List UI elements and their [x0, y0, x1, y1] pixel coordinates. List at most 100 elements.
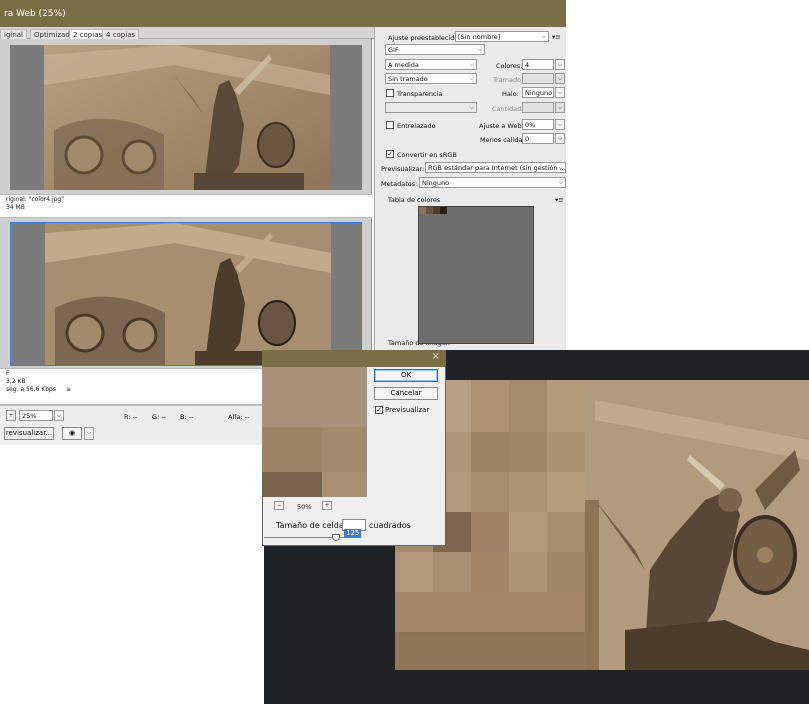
amount-dropdown-button: ⌵ [555, 102, 565, 113]
preset-value: [Sin nombre] [458, 33, 501, 41]
preview-value: RGB estándar para Internet (sin gestión … [428, 164, 566, 172]
blue-readout: B: -- [180, 413, 194, 421]
browser-icon[interactable]: ◉ [62, 427, 82, 440]
matte-select[interactable]: Ninguno [522, 87, 554, 98]
preview-label: Previsualizar: [381, 165, 425, 173]
amount-input [522, 102, 554, 113]
chevron-down-icon: ⌵ [469, 75, 474, 82]
original-filename: riginal: "color4.jpg" [6, 196, 64, 203]
color-swatch[interactable] [419, 207, 426, 214]
preview-in-browser-label: revisualizar... [5, 429, 53, 437]
screen: ra Web (25%) iginal Optimizado 2 copias … [0, 0, 809, 704]
colors-value: 4 [525, 61, 530, 69]
preview-checkbox[interactable]: ✓ [375, 406, 383, 414]
color-swatch[interactable] [440, 207, 447, 214]
format-select[interactable]: GIF ⌵ [385, 44, 485, 55]
cell-size-value: 125 [344, 529, 362, 538]
transparency-checkbox[interactable] [386, 89, 394, 97]
tab-original[interactable]: iginal [0, 29, 28, 39]
mosaic-preview[interactable] [262, 367, 367, 497]
original-info: riginal: "color4.jpg" 34 MB [0, 194, 372, 218]
metadata-value: Ninguno [422, 179, 450, 187]
matte-label: Halo: [502, 90, 519, 98]
cancel-label: Cancelar [390, 389, 422, 397]
preset-menu-icon[interactable]: ▾≡ [552, 33, 561, 41]
dither-amount-dropdown-button: ⌵ [555, 73, 565, 84]
green-readout: G: -- [152, 413, 166, 421]
color-swatch[interactable] [426, 207, 433, 214]
mosaic-dialog-titlebar: × [262, 350, 446, 367]
palette-value: A medida [388, 61, 419, 69]
websnap-input[interactable]: 0% [522, 119, 554, 130]
zoom-in-icon[interactable]: + [322, 501, 332, 510]
preview-select[interactable]: RGB estándar para Internet (sin gestión … [425, 162, 566, 173]
palette-select[interactable]: A medida ⌵ [385, 59, 477, 70]
lossy-dropdown-button[interactable]: ⌵ [555, 133, 565, 144]
optimized-preview-canvas[interactable] [10, 222, 362, 366]
chevron-down-icon: ⌵ [558, 164, 563, 171]
preview-in-browser-button[interactable]: revisualizar... [4, 427, 54, 440]
original-preview-canvas[interactable] [10, 45, 362, 190]
metadata-label: Metadatos: [381, 180, 418, 188]
lossy-input[interactable]: 0 [522, 133, 554, 144]
statue-photo-optimized [45, 223, 331, 365]
dialog-preview-label: Previsualizar [385, 406, 430, 414]
zoom-select[interactable]: 25% [19, 410, 53, 421]
optimized-format: F [6, 370, 10, 377]
interlaced-label: Entrelazado [397, 122, 436, 130]
zoom-out-icon[interactable]: − [274, 501, 284, 510]
download-menu-icon[interactable]: ≡ [66, 387, 71, 393]
transparency-dither-select: ⌵ [385, 102, 477, 113]
convert-srgb-checkbox[interactable]: ✓ [386, 150, 394, 158]
color-table-grid[interactable] [418, 206, 534, 344]
interlaced-checkbox[interactable] [386, 121, 394, 129]
matte-value: Ninguno [525, 89, 553, 97]
color-table-menu-icon[interactable]: ▾≡ [555, 196, 564, 204]
zoom-value: 25% [22, 412, 37, 420]
color-swatch[interactable] [433, 207, 440, 214]
original-preview-pane [0, 39, 372, 194]
ok-button[interactable]: OK [374, 369, 438, 382]
original-filesize: 34 MB [6, 204, 25, 211]
cancel-button[interactable]: Cancelar [374, 387, 438, 400]
cell-unit-label: cuadrados [369, 521, 411, 530]
window-title: ra Web (25%) [4, 9, 66, 19]
color-table-label: Tabla de colores [388, 196, 441, 204]
view-tabs: iginal Optimizado 2 copias 4 copias [0, 27, 374, 39]
colors-label: Colores: [496, 62, 523, 70]
ok-label: OK [400, 371, 412, 379]
close-icon[interactable]: × [432, 351, 440, 362]
preset-label: Ajuste preestablecido: [388, 34, 461, 42]
dither-value: Sin tramado [388, 75, 428, 83]
zoom-dropdown-button[interactable]: ⌵ [54, 410, 64, 421]
tab-2-up[interactable]: 2 copias [69, 29, 107, 39]
convert-srgb-label: Convertir en sRGB [397, 151, 457, 159]
colors-dropdown-button[interactable]: ⌵ [555, 59, 565, 70]
cell-size-label: Tamaño de celda: [276, 521, 347, 530]
dither-select[interactable]: Sin tramado ⌵ [385, 73, 477, 84]
preset-select[interactable]: [Sin nombre] ⌵ [455, 31, 549, 42]
dither-amount-input [522, 73, 554, 84]
websnap-value: 0% [525, 121, 536, 129]
optimized-download-time: seg. a 56,6 Kbps [6, 386, 56, 393]
tab-4-up[interactable]: 4 copias [102, 29, 140, 39]
statue-photo-original [44, 45, 330, 190]
red-readout: R: -- [124, 413, 138, 421]
zoom-out-button[interactable]: + [6, 410, 16, 421]
cell-size-input[interactable]: 125 [342, 519, 366, 538]
chevron-down-icon: ⌵ [469, 104, 474, 111]
dither-amount-label: Tramado: [493, 76, 524, 84]
browser-dropdown-button[interactable]: ⌵ [84, 427, 94, 440]
optimized-preview-pane [0, 218, 372, 368]
alpha-readout: Alfa: -- [228, 413, 250, 421]
websnap-dropdown-button[interactable]: ⌵ [555, 119, 565, 130]
websnap-label: Ajuste a Web: [479, 122, 524, 130]
chevron-down-icon: ⌵ [558, 179, 563, 186]
metadata-select[interactable]: Ninguno ⌵ [419, 177, 566, 188]
chevron-down-icon: ⌵ [469, 61, 474, 68]
optimized-filesize: 3,2 KB [6, 378, 26, 385]
colors-input[interactable]: 4 [522, 59, 554, 70]
transparency-label: Transparencia [397, 90, 443, 98]
mosaic-photo[interactable] [395, 380, 809, 670]
matte-dropdown-button[interactable]: ⌵ [555, 87, 565, 98]
